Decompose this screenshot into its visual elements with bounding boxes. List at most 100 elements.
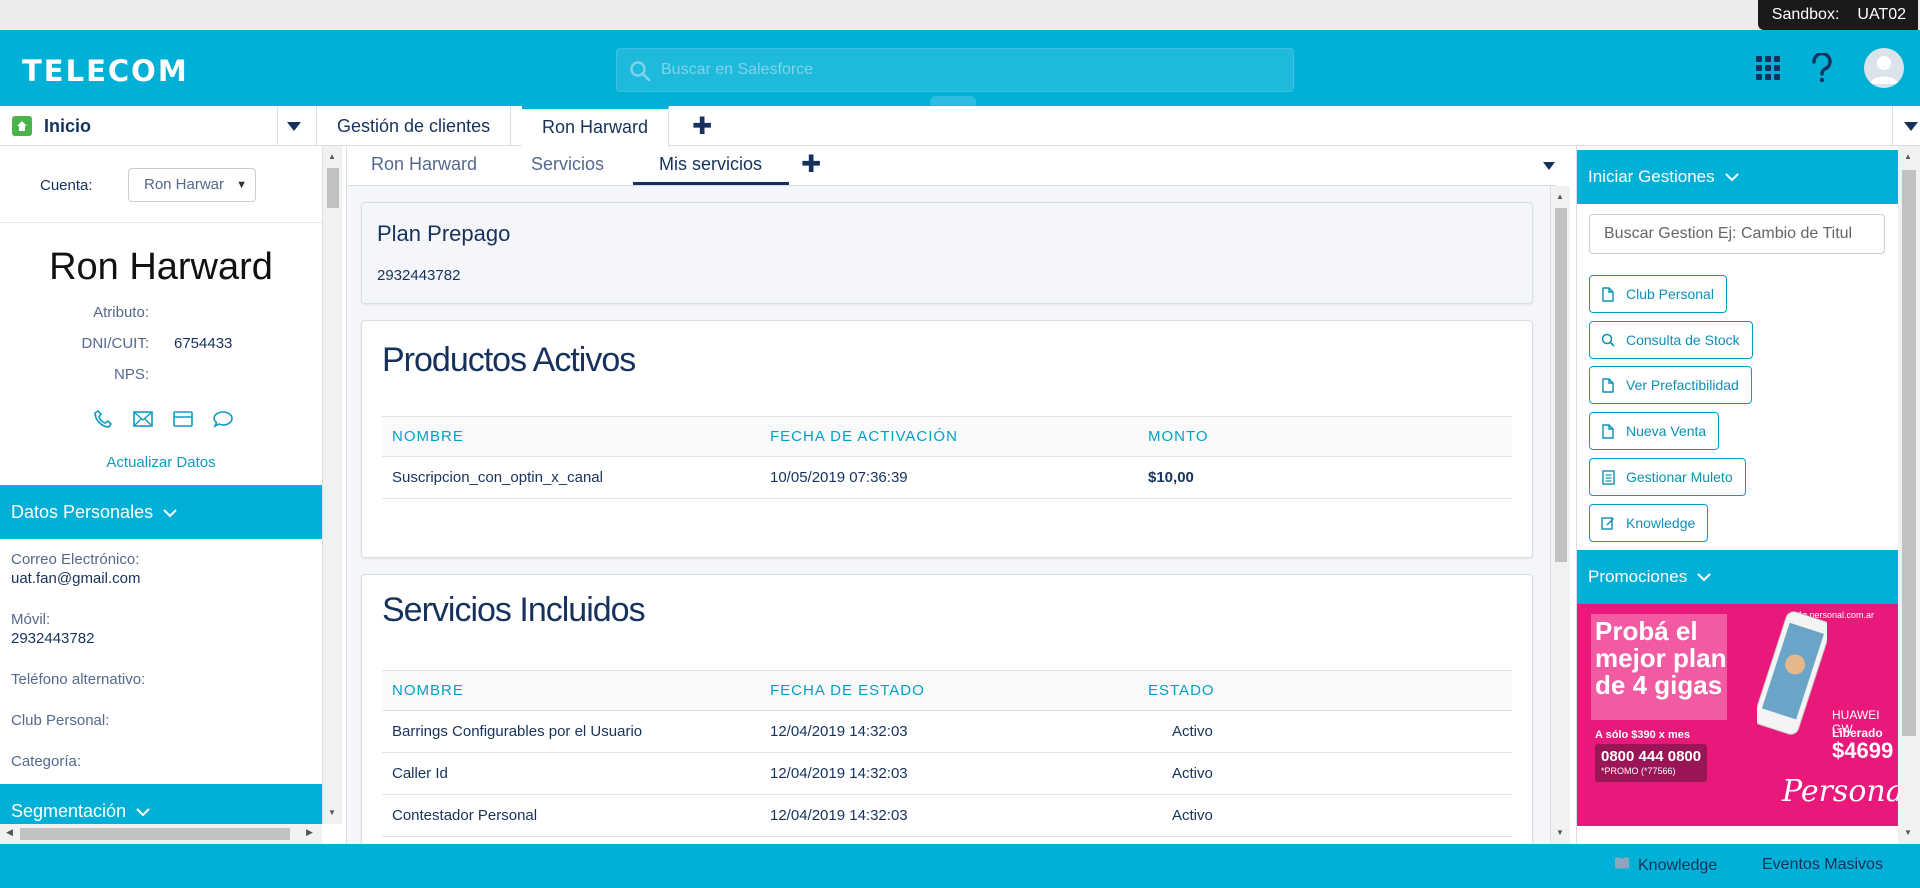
productos-activos-title: Productos Activos — [382, 341, 636, 379]
field-value: uat.fan@gmail.com — [11, 570, 141, 587]
cell-nombre: Barrings Configurables por el Usuario — [382, 710, 760, 753]
section-title: Promociones — [1588, 567, 1688, 586]
personal-logo: Personal — [1782, 774, 1900, 809]
left-panel-horizontal-scrollbar[interactable]: ◀ ▶ — [0, 824, 322, 844]
cell-estado: Activo — [1138, 794, 1512, 837]
document-icon — [1600, 286, 1616, 302]
club-personal-button[interactable]: Club Personal — [1589, 275, 1727, 313]
email-icon[interactable] — [132, 408, 154, 430]
column-header: FECHA DE ACTIVACIÓN — [760, 416, 1138, 457]
table-row: Contestador Personal 12/04/2019 14:32:03… — [382, 794, 1512, 837]
knowledge-button[interactable]: Knowledge — [1589, 504, 1709, 542]
help-icon[interactable] — [1804, 50, 1840, 86]
subtab-servicios[interactable]: Servicios — [531, 154, 604, 175]
scroll-right-arrow-icon[interactable]: ▶ — [306, 827, 313, 838]
global-search-input[interactable] — [661, 49, 1281, 91]
actualizar-datos-link[interactable]: Actualizar Datos — [0, 454, 322, 471]
telecom-logo: TELECOM — [22, 54, 189, 88]
scroll-down-arrow-icon[interactable]: ▼ — [1904, 828, 1912, 837]
field-telefono-alternativo: Teléfono alternativo: — [11, 671, 145, 688]
utility-eventos-masivos[interactable]: Eventos Masivos — [1762, 856, 1883, 874]
cell-monto: $10,00 — [1138, 456, 1512, 499]
scrollbar-thumb[interactable] — [1902, 170, 1916, 736]
column-header: MONTO — [1138, 416, 1512, 457]
table-row: Barrings Configurables por el Usuario 12… — [382, 710, 1512, 753]
nav-overflow-chevron-down-icon[interactable] — [1892, 106, 1920, 146]
right-panel-vertical-scrollbar[interactable]: ▲ ▼ — [1898, 146, 1920, 844]
scroll-down-arrow-icon[interactable]: ▼ — [1556, 828, 1564, 837]
button-label: Nueva Venta — [1626, 423, 1707, 439]
field-movil: Móvil: 2932443782 — [11, 611, 94, 647]
promo-headline: Probá el mejor plan de 4 gigas — [1595, 616, 1727, 700]
left-panel-vertical-scrollbar[interactable]: ▲ ▼ — [322, 146, 342, 824]
datos-personales-header[interactable]: Datos Personales — [0, 485, 322, 539]
tab-ron-harward[interactable]: Ron Harward — [522, 106, 670, 146]
smartphone-image-icon — [1753, 604, 1831, 744]
left-sidebar-client: Cuenta: Ron Harwar ▼ Ron Harward Atribut… — [0, 146, 322, 844]
main-vertical-scrollbar[interactable]: ▲ ▼ — [1550, 186, 1570, 844]
divider — [0, 222, 322, 223]
cuenta-select[interactable]: Ron Harwar ▼ — [128, 168, 256, 202]
nav-menu-chevron-down-icon[interactable] — [276, 106, 312, 146]
column-header: NOMBRE — [382, 416, 760, 457]
right-sidebar-gestiones: Iniciar Gestiones Club Personal Consulta… — [1576, 146, 1900, 844]
gestionar-muleto-button[interactable]: Gestionar Muleto — [1589, 458, 1746, 496]
table-row: Suscripcion_con_optin_x_canal 10/05/2019… — [382, 456, 1512, 499]
subtab-overflow-chevron-down-icon[interactable] — [1541, 148, 1556, 184]
scrollbar-thumb[interactable] — [327, 168, 339, 208]
search-icon — [629, 60, 651, 87]
nav-home-tab[interactable]: Inicio — [0, 106, 278, 146]
servicios-incluidos-card: Servicios Incluidos NOMBRE FECHA DE ESTA… — [361, 574, 1533, 844]
ver-prefactibilidad-button[interactable]: Ver Prefactibilidad — [1589, 366, 1752, 404]
console-nav-bar: Inicio Gestión de clientes Ron Harward ✚ — [0, 106, 1920, 146]
consulta-de-stock-button[interactable]: Consulta de Stock — [1589, 321, 1753, 359]
servicios-table: NOMBRE FECHA DE ESTADO ESTADO Barrings C… — [382, 670, 1512, 837]
chat-icon[interactable] — [212, 408, 234, 430]
scroll-down-arrow-icon[interactable]: ▼ — [328, 808, 336, 817]
cell-fecha: 12/04/2019 14:32:03 — [760, 752, 1138, 795]
add-tab-plus-icon[interactable]: ✚ — [684, 106, 720, 146]
form-icon — [1600, 469, 1616, 485]
utility-knowledge[interactable]: Knowledge — [1614, 856, 1717, 875]
book-icon — [1614, 856, 1630, 875]
button-label: Ver Prefactibilidad — [1626, 377, 1739, 393]
field-club-personal: Club Personal: — [11, 712, 109, 729]
attr-label: DNI/CUIT: — [81, 335, 150, 352]
app-launcher-icon[interactable] — [1750, 50, 1786, 86]
subtab-ron-harward[interactable]: Ron Harward — [371, 154, 477, 175]
scroll-up-arrow-icon[interactable]: ▲ — [1556, 192, 1564, 201]
user-avatar-icon[interactable] — [1864, 48, 1904, 88]
gestion-search-input[interactable] — [1589, 214, 1885, 254]
cell-fecha: 12/04/2019 14:32:03 — [760, 794, 1138, 837]
nueva-venta-button[interactable]: Nueva Venta — [1589, 412, 1720, 450]
add-subtab-plus-icon[interactable]: ✚ — [801, 150, 821, 179]
field-label: Teléfono alternativo: — [11, 671, 146, 688]
home-icon — [12, 116, 32, 136]
scrollbar-thumb[interactable] — [1555, 208, 1567, 562]
productos-activos-card: Productos Activos NOMBRE FECHA DE ACTIVA… — [361, 320, 1533, 558]
global-search[interactable] — [616, 48, 1294, 92]
field-label: Móvil: — [11, 611, 51, 628]
global-header: TELECOM — [0, 30, 1920, 106]
phone-icon[interactable] — [92, 408, 114, 430]
cell-estado: Activo — [1138, 752, 1512, 795]
field-label: Correo Electrónico: — [11, 551, 140, 568]
scroll-up-arrow-icon[interactable]: ▲ — [1904, 152, 1912, 161]
scroll-up-arrow-icon[interactable]: ▲ — [328, 152, 336, 161]
subtab-mis-servicios[interactable]: Mis servicios — [659, 154, 762, 175]
search-expand-handle[interactable] — [930, 96, 976, 106]
tab-label: Gestión de clientes — [337, 115, 491, 136]
search-icon — [1600, 332, 1616, 348]
attr-label: NPS: — [113, 366, 149, 383]
promo-banner[interactable]: Probá el mejor plan de 4 gigas 4g person… — [1577, 604, 1900, 844]
button-label: Gestionar Muleto — [1626, 469, 1733, 485]
promociones-header[interactable]: Promociones — [1577, 550, 1900, 604]
scrollbar-thumb[interactable] — [20, 828, 290, 840]
field-label: Club Personal: — [11, 712, 110, 729]
cuenta-row: Cuenta: Ron Harwar ▼ — [40, 168, 256, 202]
tab-gestion-clientes[interactable]: Gestión de clientes — [316, 106, 512, 146]
sandbox-label: Sandbox: — [1771, 6, 1840, 23]
credit-card-icon[interactable] — [172, 408, 194, 430]
iniciar-gestiones-header[interactable]: Iniciar Gestiones — [1577, 150, 1900, 204]
scroll-left-arrow-icon[interactable]: ◀ — [6, 827, 13, 838]
